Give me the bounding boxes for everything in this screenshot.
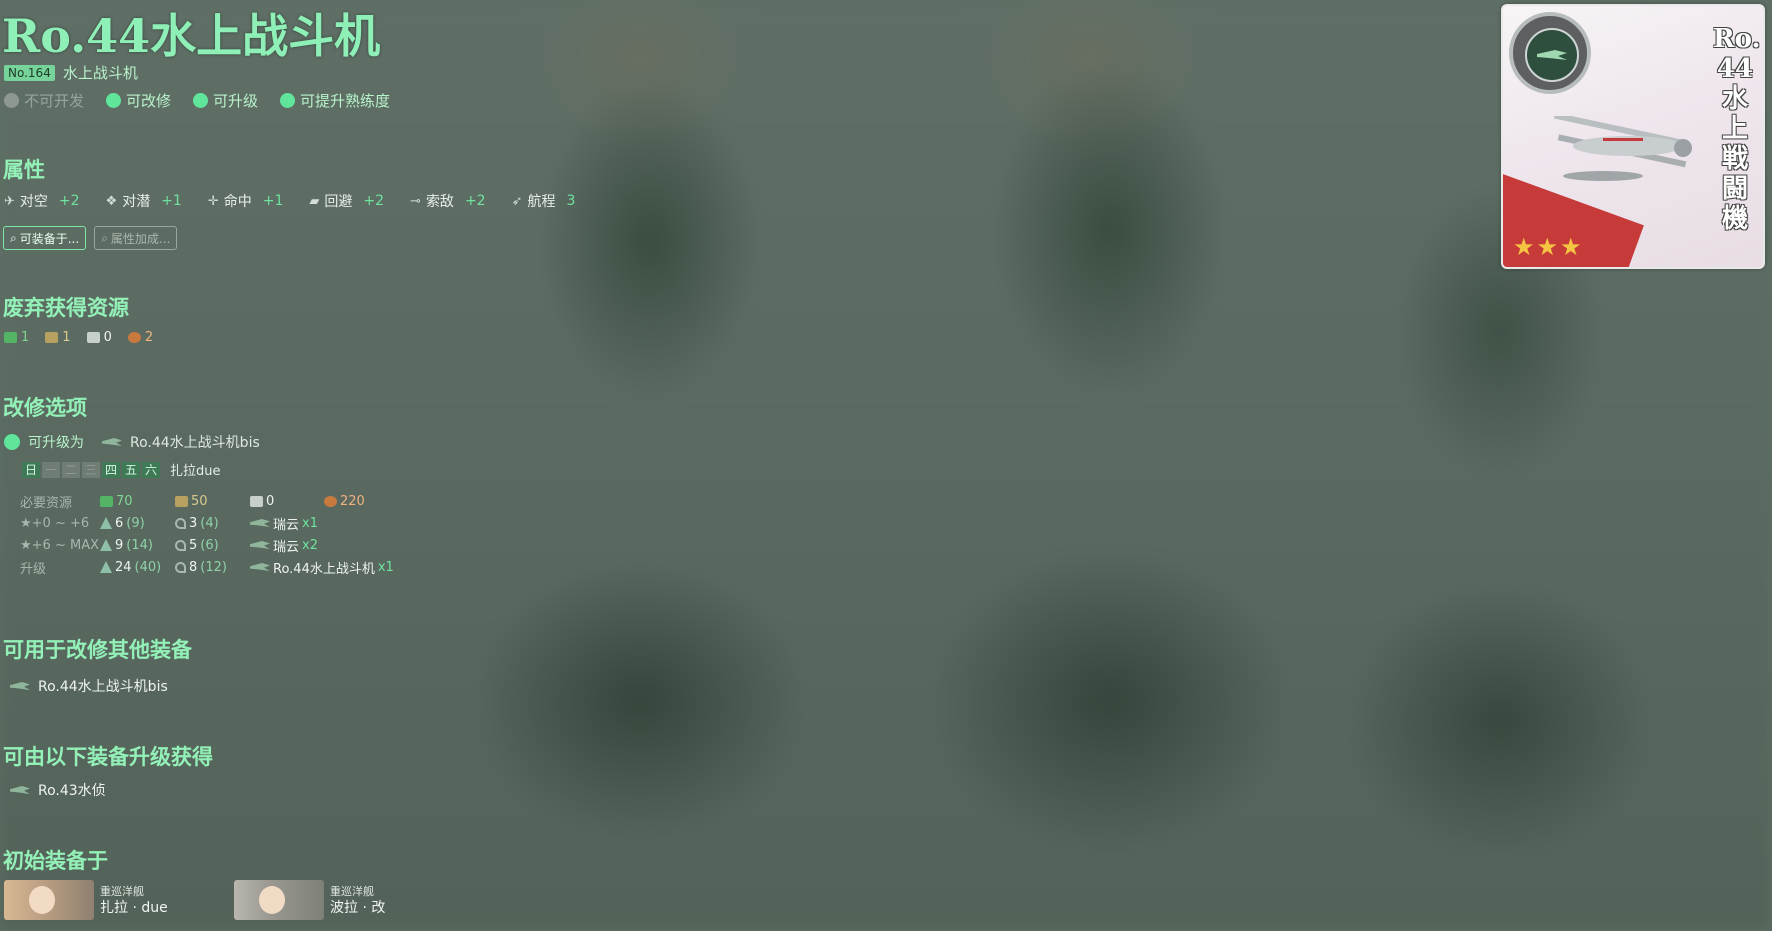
initial-ships: 重巡洋舰 扎拉 · due 重巡洋舰 波拉 · 改 [4, 880, 414, 920]
dev-material-icon [100, 517, 112, 529]
day-fri: 五 [122, 461, 140, 478]
aa-icon: ✈ [4, 193, 15, 209]
used-for-item[interactable]: Ro.44水上战斗机bis [10, 676, 168, 696]
screw-icon [175, 517, 186, 529]
section-title-upgraded-from: 可由以下装备升级获得 [3, 744, 213, 769]
day-tue: 二 [62, 461, 80, 478]
flag-proficiency: 可提升熟练度 [280, 90, 390, 111]
ship-type: 重巡洋舰 [330, 885, 374, 898]
ammo-icon [175, 495, 188, 507]
section-title-scrap: 废弃获得资源 [3, 295, 129, 320]
improvement-days: 日 一 二 三 四 五 六 扎拉due [22, 460, 221, 479]
stat-accuracy: ✛ 命中 +1 [207, 193, 284, 210]
equipment-id-line: No.164 水上战斗机 [4, 62, 138, 83]
section-title-initial: 初始装备于 [3, 848, 108, 873]
ship-type: 重巡洋舰 [100, 885, 144, 898]
fuel-icon [100, 495, 113, 507]
ship-avatar [4, 880, 94, 920]
recon-seaplane-icon [10, 786, 30, 794]
status-dot-icon [4, 93, 19, 108]
day-thu: 四 [102, 461, 120, 478]
requirement-row: ★+0 ~ +6 6 (9) 3 (4) 瑞云 x1 [20, 515, 318, 533]
requirement-row: 升级 24 (40) 8 (12) Ro.44水上战斗机 x1 [20, 559, 394, 577]
card-vertical-name: Ro. 44 水 上 戦 闘 機 [1713, 24, 1761, 234]
ammo-icon [45, 332, 59, 343]
search-icon: ⌕ [10, 230, 17, 245]
asw-icon: ❖ [105, 193, 118, 209]
seaplane-bomber-icon [250, 541, 270, 549]
equipment-number-badge: No.164 [4, 64, 55, 81]
status-dot-icon [193, 93, 209, 108]
day-sat: 六 [142, 461, 160, 478]
screw-icon [175, 561, 186, 573]
flag-improvable: 可改修 [106, 90, 171, 111]
day-wed: 三 [82, 461, 100, 478]
scrap-resources: 1 1 0 2 [4, 330, 153, 345]
stat-evasion: ▰ 回避 +2 [309, 193, 385, 210]
fuel-icon [4, 332, 17, 343]
upgraded-from-item[interactable]: Ro.43水侦 [10, 780, 106, 800]
upgrade-target-link[interactable]: Ro.44水上战斗机bis [130, 432, 260, 452]
accuracy-icon: ✛ [207, 193, 219, 209]
status-dot-icon [106, 93, 122, 108]
stat-los: ⊸ 索敌 +2 [410, 193, 486, 210]
stats-row: ✈ 对空 +2 ❖ 对潜 +1 ✛ 命中 +1 ▰ 回避 +2 ⊸ 索敌 +2 ➶ 航程 3 [4, 191, 575, 211]
dev-material-icon [100, 561, 112, 573]
helper-ship-link[interactable]: 扎拉due [170, 460, 221, 479]
biplane-illustration-icon [1553, 116, 1692, 181]
status-dot-icon [4, 434, 20, 450]
los-icon: ⊸ [410, 193, 421, 209]
equipment-type: 水上战斗机 [62, 64, 138, 82]
day-sun: 日 [22, 461, 40, 478]
equippable-button[interactable]: ⌕ 可装备于... [3, 226, 87, 250]
seaplane-fighter-icon [10, 682, 30, 690]
scrap-ammo: 1 [45, 330, 71, 345]
dev-material-icon [100, 539, 112, 551]
seaplane-fighter-icon [250, 563, 270, 571]
flag-upgradable: 可升级 [193, 90, 258, 111]
stat-bonus-button[interactable]: ⌕ 属性加成... [94, 226, 178, 250]
seaplane-bomber-icon [250, 519, 270, 527]
scrap-steel: 0 [86, 330, 112, 345]
action-buttons: ⌕ 可装备于... ⌕ 属性加成... [3, 226, 178, 250]
bauxite-icon [127, 332, 141, 343]
rarity-stars-icon: ★★★ [1513, 233, 1584, 261]
section-title-improvement: 改修选项 [3, 395, 87, 420]
range-icon: ➶ [511, 193, 523, 209]
upgrade-target-row: 可升级为 Ro.44水上战斗机bis [4, 432, 260, 452]
scrap-fuel: 1 [4, 330, 29, 345]
ship-card-pola-kai[interactable]: 重巡洋舰 波拉 · 改 [234, 880, 414, 920]
search-icon: ⌕ [101, 230, 108, 245]
requirement-resources-row: 必要资源 70 50 0 220 [20, 493, 365, 511]
seaplane-fighter-icon [102, 438, 122, 446]
ship-avatar [234, 880, 324, 920]
flag-not-developable: 不可开发 [4, 90, 84, 111]
steel-icon [250, 495, 263, 507]
equipment-detail: Ro.44水上战斗机 No.164 水上战斗机 不可开发 可改修 可升级 可提升… [0, 0, 1772, 931]
ship-name: 波拉 · 改 [330, 900, 386, 916]
section-title-used-for: 可用于改修其他装备 [3, 637, 192, 662]
ship-name: 扎拉 · due [100, 900, 168, 916]
steel-icon [86, 332, 100, 343]
stat-range: ➶ 航程 3 [511, 193, 576, 210]
improvement-requirements: 必要资源 70 50 0 220 ★+0 ~ +6 6 (9) 3 (4) 瑞云 x1… [20, 490, 394, 578]
scrap-bauxite: 2 [127, 330, 153, 345]
day-mon: 一 [42, 461, 60, 478]
ship-card-zara-due[interactable]: 重巡洋舰 扎拉 · due [4, 880, 184, 920]
equipment-type-gear-icon [1509, 12, 1591, 94]
section-title-attributes: 属性 [3, 157, 45, 182]
requirement-row: ★+6 ~ MAX 9 (14) 5 (6) 瑞云 x2 [20, 537, 318, 555]
screw-icon [175, 539, 186, 551]
bauxite-icon [324, 495, 337, 507]
equipment-flags: 不可开发 可改修 可升级 可提升熟练度 [4, 90, 390, 111]
evasion-icon: ▰ [309, 193, 320, 209]
equipment-title: Ro.44水上战斗机 [2, 9, 381, 63]
status-dot-icon [280, 93, 296, 108]
stat-asw: ❖ 对潜 +1 [105, 193, 182, 210]
equipment-card-image: Ro. 44 水 上 戦 闘 機 ★★★ [1501, 4, 1765, 269]
stat-aa: ✈ 对空 +2 [4, 193, 80, 210]
